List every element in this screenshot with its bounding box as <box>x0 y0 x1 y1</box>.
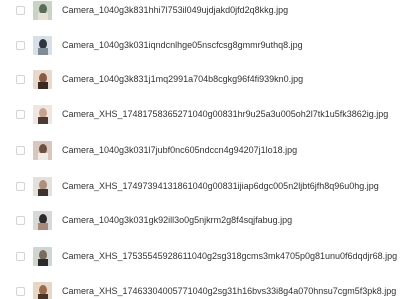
file-row[interactable]: Camera_XHS_17481758365271040g00831hr9u25… <box>0 98 400 130</box>
image-thumbnail-icon[interactable] <box>33 69 52 89</box>
file-row[interactable]: Camera_XHS_17497394131861040g00831ijiap6… <box>0 170 400 202</box>
file-name[interactable]: Camera_XHS_17481758365271040g00831hr9u25… <box>62 109 388 119</box>
file-name[interactable]: Camera_XHS_17463304005771040g2sg31h16bvs… <box>62 286 396 296</box>
image-thumbnail-icon[interactable] <box>33 176 52 196</box>
image-thumbnail-icon[interactable] <box>33 140 52 160</box>
row-checkbox[interactable] <box>16 74 25 84</box>
row-checkbox[interactable] <box>16 40 25 50</box>
file-row[interactable]: Camera_1040g3k031iqndcnlhge05nscfcsg8gmm… <box>0 29 400 61</box>
file-row[interactable]: Camera_1040g3k031gk92ill3o0g5njkrm2g8f4s… <box>0 204 400 236</box>
row-checkbox[interactable] <box>16 215 25 225</box>
file-name[interactable]: Camera_XHS_17535545928611040g2sg318gcms3… <box>62 251 397 261</box>
image-thumbnail-icon[interactable] <box>33 246 52 266</box>
image-thumbnail-icon[interactable] <box>33 281 52 299</box>
file-name[interactable]: Camera_XHS_17497394131861040g00831ijiap6… <box>62 181 379 191</box>
row-checkbox[interactable] <box>16 286 25 296</box>
file-name[interactable]: Camera_1040g3k031gk92ill3o0g5njkrm2g8f4s… <box>62 215 292 225</box>
file-name[interactable]: Camera_1040g3k031iqndcnlhge05nscfcsg8gmm… <box>62 40 303 50</box>
file-row[interactable]: Camera_1040g3k831hhi7l753il049ujdjakd0jf… <box>0 0 400 26</box>
file-row[interactable]: Camera_XHS_17463304005771040g2sg31h16bvs… <box>0 275 400 299</box>
file-row[interactable]: Camera_1040g3k831j1mq2991a704b8cgkg96f4f… <box>0 63 400 95</box>
file-list: Camera_1040g3k831hhi7l753il049ujdjakd0jf… <box>0 0 400 299</box>
row-checkbox[interactable] <box>16 145 25 155</box>
file-name[interactable]: Camera_1040g3k831j1mq2991a704b8cgkg96f4f… <box>62 74 303 84</box>
file-name[interactable]: Camera_1040g3k031l7jubf0nc605ndccn4g9420… <box>62 145 297 155</box>
row-checkbox[interactable] <box>16 251 25 261</box>
image-thumbnail-icon[interactable] <box>33 0 52 20</box>
image-thumbnail-icon[interactable] <box>33 104 52 124</box>
image-thumbnail-icon[interactable] <box>33 35 52 55</box>
file-row[interactable]: Camera_1040g3k031l7jubf0nc605ndccn4g9420… <box>0 134 400 166</box>
file-name[interactable]: Camera_1040g3k831hhi7l753il049ujdjakd0jf… <box>62 5 288 15</box>
row-checkbox[interactable] <box>16 5 25 15</box>
row-checkbox[interactable] <box>16 109 25 119</box>
image-thumbnail-icon[interactable] <box>33 210 52 230</box>
row-checkbox[interactable] <box>16 181 25 191</box>
file-row[interactable]: Camera_XHS_17535545928611040g2sg318gcms3… <box>0 240 400 272</box>
